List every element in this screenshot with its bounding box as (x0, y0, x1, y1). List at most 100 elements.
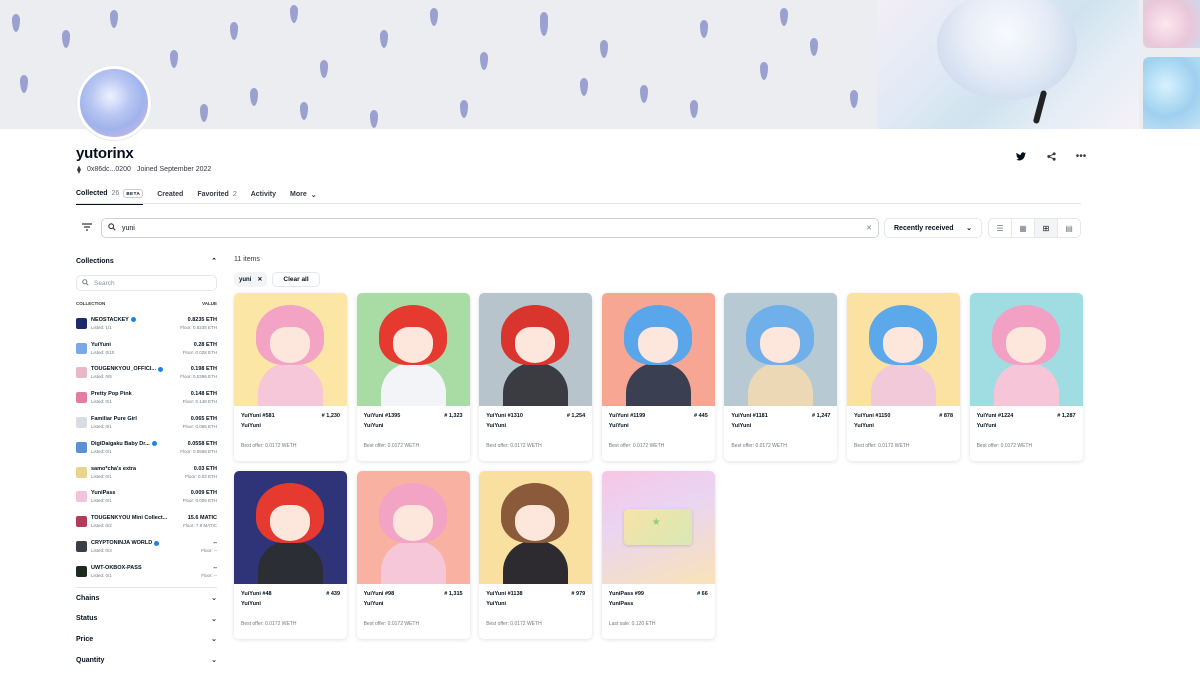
nft-collection: YuiYuni (486, 601, 507, 607)
collection-floor: Floor: 0.148 ETH (182, 399, 217, 405)
verified-badge-icon (130, 317, 136, 323)
collection-row[interactable]: UWT-OKBOX-PASS Listed: 0/1 -- Floor: -- (76, 559, 217, 584)
collection-logo (76, 466, 87, 478)
collection-row[interactable]: CRYPTONINJA WORLD Listed: 0/3 -- Floor: -- (76, 534, 217, 559)
collection-listed: Listed: 0/1 (91, 448, 112, 454)
collection-row[interactable]: NEOSTACKEY Listed: 1/1 0.8235 ETH Floor: 0.… (76, 311, 217, 336)
nft-price-info: Best offer: 0.0172 WETH (731, 443, 787, 449)
nft-rarity-rank: # 1,254 (566, 413, 586, 419)
nft-card[interactable]: YuiYuni #1395 # 1,323 YuiYuni Best offer: 0… (356, 293, 470, 461)
collection-name: YuniPass (91, 490, 116, 497)
collection-row[interactable]: YuiYuni Listed: 0/10 0.28 ETH Floor: 0.028 … (76, 336, 217, 361)
nft-rarity-rank: # 1,315 (444, 591, 463, 597)
tab-count: 26 (111, 190, 120, 197)
collection-row[interactable]: Pretty Pop Pink Listed: 0/1 0.148 ETH Floor… (76, 385, 217, 410)
chevron-down-icon: ⌄ (310, 191, 317, 199)
profile-avatar[interactable] (77, 66, 151, 140)
nft-image (234, 471, 347, 584)
chevron-down-icon: ⌄ (966, 225, 972, 232)
list-view-icon[interactable]: ☰ (989, 219, 1012, 237)
large-grid-view-icon[interactable]: ▦ (1012, 219, 1035, 237)
nft-collection: YuiYuni (976, 423, 997, 429)
chevron-down-icon: ⌄ (211, 615, 217, 623)
share-icon[interactable] (1045, 150, 1057, 162)
tab-label: Activity (250, 191, 277, 198)
collection-row[interactable]: samo*cha's extra Listed: 0/1 0.03 ETH Floor… (76, 460, 217, 485)
collection-table-header: COLLECTION VALUE (76, 301, 217, 306)
search-input[interactable]: yuni ✕ (101, 218, 879, 238)
collection-logo (76, 565, 87, 577)
collection-floor: Floor: 0.028 ETH (182, 349, 217, 355)
profile-meta: ⧫ 0x86dc...0200 Joined September 2022 (77, 165, 211, 174)
collection-logo (76, 317, 87, 329)
collection-logo (76, 417, 87, 429)
nft-card[interactable]: YuiYuni #1224 # 1,287 YuiYuni Best offer: 0… (969, 293, 1083, 461)
collection-list: NEOSTACKEY Listed: 1/1 0.8235 ETH Floor: 0.… (76, 311, 217, 584)
collection-value: 0.8235 ETH (187, 316, 217, 323)
nft-title: YuiYuni #1395 (363, 413, 401, 419)
nft-image (847, 293, 960, 406)
nft-title: YuiYuni #1310 (486, 413, 523, 419)
collection-floor: Floor: 0.03 ETH (185, 473, 217, 479)
more-options-icon[interactable]: ••• (1075, 150, 1087, 162)
collection-row[interactable]: YuniPass Listed: 0/1 0.009 ETH Floor: 0.009… (76, 485, 217, 510)
collection-value: 0.009 ETH (190, 490, 217, 497)
filter-price[interactable]: Price ⌄ (76, 629, 217, 650)
collection-floor: Floor: 0.0396 ETH (180, 374, 217, 380)
collection-listed: Listed: 0/10 (91, 349, 115, 355)
collection-row[interactable]: Familiar Pure Girl Listed: 0/1 0.065 ETH Fl… (76, 410, 217, 435)
filter-toggle-icon[interactable] (82, 223, 92, 234)
filter-chains[interactable]: Chains ⌄ (76, 588, 217, 609)
collection-row[interactable]: TOUGENKYOU Mini Collect... Listed: 0/2 15.… (76, 509, 217, 534)
clear-all-button[interactable]: Clear all (272, 272, 320, 287)
collection-floor: Floor: -- (201, 548, 217, 554)
collection-listed: Listed: 0/2 (91, 523, 112, 529)
collection-floor: Floor: -- (201, 572, 217, 578)
nft-rarity-rank: # 1,230 (321, 413, 340, 419)
nft-image (724, 293, 838, 406)
search-icon (108, 223, 116, 233)
filter-accordions: Chains ⌄ Status ⌄ Price ⌄ Quantity ⌄ (76, 588, 217, 671)
collection-floor: Floor: 7.8 MATIC (183, 523, 217, 529)
filter-status[interactable]: Status ⌄ (76, 608, 217, 629)
nft-card[interactable]: YuiYuni #1310 # 1,254 YuiYuni Best offer: 0… (479, 293, 593, 461)
clear-search-icon[interactable]: ✕ (866, 224, 872, 232)
nft-card[interactable]: YuiYuni #98 # 1,315 YuiYuni Best offer: 0.0… (356, 471, 470, 639)
collection-name: UWT-OKBOX-PASS (91, 564, 142, 571)
grid-view-icon[interactable]: ⊞ (1035, 219, 1058, 237)
nft-card[interactable]: YuiYuni #48 # 439 YuiYuni Best offer: 0.017… (234, 471, 347, 639)
profile-username: yutorinx (76, 145, 134, 162)
close-icon[interactable]: ✕ (257, 276, 262, 283)
collection-row[interactable]: TOUGENKYOU_OFFICI... Listed: 0/5 0.198 ETH… (76, 361, 217, 386)
nft-price-info: Best offer: 0.0172 WETH (363, 443, 420, 449)
collections-filter-header[interactable]: Collections ⌃ (76, 252, 217, 270)
nft-image (479, 471, 593, 584)
nft-card[interactable]: YuiYuni #581 # 1,230 YuiYuni Best offer: 0.… (234, 293, 347, 461)
nft-rarity-rank: # 445 (694, 413, 708, 419)
banner-artwork (877, 0, 1139, 129)
filter-chip[interactable]: yuni ✕ (234, 272, 268, 287)
nft-card[interactable]: YuiYuni #1138 # 979 YuiYuni Best offer: 0.0… (479, 471, 593, 639)
profile-banner (0, 0, 1200, 129)
nft-card[interactable]: YuiYuni #1150 # 878 YuiYuni Best offer: 0.0… (847, 293, 960, 461)
nft-title: YuiYuni #1181 (731, 413, 768, 419)
filter-label: Status (76, 615, 98, 623)
filter-quantity[interactable]: Quantity ⌄ (76, 650, 217, 671)
nft-card[interactable]: YuiYuni #1181 # 1,247 YuiYuni Best offer: 0… (724, 293, 838, 461)
active-filters: yuni ✕ Clear all (234, 272, 320, 287)
banner-thumbnail-top (1143, 0, 1200, 48)
nft-card[interactable]: YuiYuni #1199 # 445 YuiYuni Best offer: 0.0… (601, 293, 715, 461)
nft-image (356, 293, 470, 406)
collection-name: DigiDaigaku Baby Dr... (91, 440, 150, 447)
wallet-address[interactable]: 0x86dc...0200 (87, 166, 131, 173)
collection-row[interactable]: DigiDaigaku Baby Dr... Listed: 0/1 0.0558 … (76, 435, 217, 460)
collection-search-input[interactable]: Search (76, 275, 217, 291)
sort-dropdown[interactable]: Recently received ⌄ (884, 218, 982, 238)
ethereum-icon: ⧫ (77, 165, 81, 174)
collection-logo (76, 367, 87, 379)
nft-card[interactable]: ★ YuniPass #99 # 66 YuniPass Last sale: 0.12… (601, 471, 715, 639)
dense-grid-view-icon[interactable]: ▤ (1058, 219, 1080, 237)
twitter-icon[interactable] (1015, 150, 1027, 162)
items-count: 11 items (234, 256, 260, 263)
chevron-down-icon: ⌄ (211, 636, 217, 644)
